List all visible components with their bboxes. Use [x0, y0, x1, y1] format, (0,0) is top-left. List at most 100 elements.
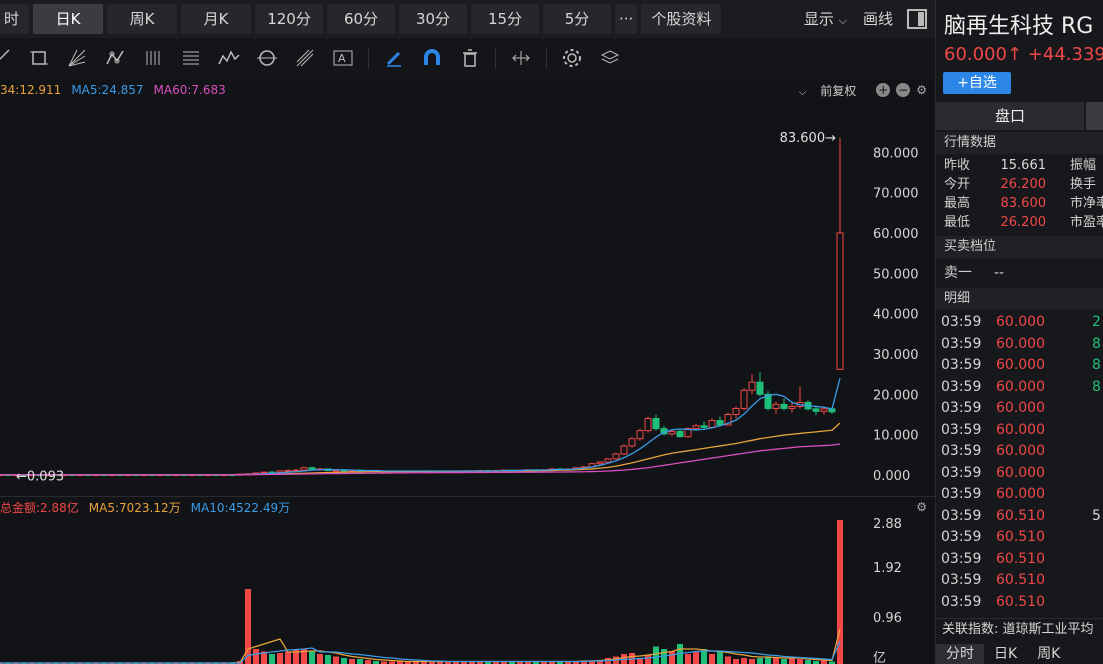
amount-bar [349, 659, 355, 664]
crop-icon[interactable] [24, 43, 54, 73]
period-tab-weekly[interactable]: 周K [107, 4, 178, 34]
zoom-out-icon[interactable]: − [896, 83, 911, 97]
trade-price: 60.000 [996, 335, 1045, 352]
amount-settings-icon[interactable]: ⚙ [916, 500, 927, 514]
amount-bar [805, 660, 811, 664]
bidask-section-title: 买卖档位 [936, 236, 1103, 258]
settings-icon[interactable] [557, 43, 587, 73]
period-tab-daily[interactable]: 日K [33, 4, 104, 34]
quote-row: 今开 26.200 换手 [936, 175, 1103, 194]
amount-bar [749, 659, 755, 664]
amount-legend: 总金额:2.88亿 MA5:7023.12万 MA10:4522.49万 ⚙ [0, 496, 935, 517]
pen-icon[interactable] [379, 43, 409, 73]
quote-section-title: 行情数据 [936, 132, 1103, 154]
quote-key2: 换手 [1070, 177, 1097, 192]
fan-icon[interactable] [62, 43, 92, 73]
candle-body [820, 408, 828, 412]
price-tick-label: 60.000 [873, 227, 919, 242]
candle-body [308, 467, 316, 470]
display-menu[interactable]: 显示 ⌵ [796, 4, 855, 34]
tab-order-book[interactable]: 盘口 [936, 102, 1084, 130]
tab-weekly[interactable]: 周K [1027, 644, 1070, 664]
detail-section-title: 明细 [936, 288, 1103, 310]
magnet-icon[interactable] [417, 43, 447, 73]
period-tab-30min[interactable]: 30分 [399, 4, 468, 34]
quote-row: 最低 26.200 市盈率 [936, 213, 1103, 232]
period-tab-60min[interactable]: 60分 [327, 4, 396, 34]
quote-key: 最低 [944, 215, 971, 230]
candle-body [596, 461, 604, 465]
ray-icon[interactable] [0, 43, 16, 73]
zoom-in-icon[interactable]: + [876, 83, 891, 97]
gann-icon[interactable] [290, 43, 320, 73]
trade-row: 03:59 60.000 [936, 441, 1103, 463]
resize-icon[interactable] [506, 43, 536, 73]
candlestick-chart[interactable]: 80.000 70.000 60.000 50.000 40.000 30.000 20.0… [0, 100, 935, 495]
trade-row: 03:59 60.000 [936, 420, 1103, 442]
trade-row: 03:59 60.510 [936, 592, 1103, 614]
ask-label: 卖一 [944, 265, 972, 281]
related-index[interactable]: 关联指数: 道琼斯工业平均 [936, 618, 1103, 641]
toolbar-divider [495, 47, 496, 69]
period-tab-time[interactable]: 时 [0, 4, 30, 34]
trash-icon[interactable] [455, 43, 485, 73]
tab-daily[interactable]: 日K [984, 644, 1027, 664]
amount-chart[interactable]: 2.88 1.92 0.96 亿 [0, 516, 935, 664]
trade-row: 03:59 60.510 [936, 570, 1103, 592]
display-label: 显示 [803, 10, 834, 28]
zigzag-icon[interactable] [214, 43, 244, 73]
chart-settings-icon[interactable]: ⚙ [916, 83, 927, 97]
amount-tick-label: 亿 [873, 651, 886, 664]
more-periods-button[interactable]: ··· [615, 4, 638, 34]
draw-line-button[interactable]: 画线 [855, 4, 901, 34]
candle-body [772, 403, 780, 409]
amount-bar [741, 658, 747, 664]
adjust-menu[interactable]: ⌵ 前复权 [799, 82, 866, 99]
amount-bar [725, 656, 731, 664]
layers-icon[interactable] [595, 43, 625, 73]
trade-time: 03:59 [941, 550, 982, 567]
candle-body [628, 438, 636, 447]
channel-icon[interactable] [176, 43, 206, 73]
amount-bar [789, 658, 795, 664]
candle-body [668, 430, 676, 435]
trade-row: 03:59 60.000 [936, 484, 1103, 506]
period-tab-monthly[interactable]: 月K [181, 4, 252, 34]
trade-time: 03:59 [941, 593, 982, 610]
trade-price: 60.510 [996, 572, 1045, 588]
period-tab-5min[interactable]: 5分 [543, 4, 612, 34]
tab-secondary[interactable] [1086, 102, 1103, 130]
trade-time: 03:59 [941, 378, 982, 395]
amount-bar [693, 651, 699, 664]
ma-a-line [0, 422, 841, 476]
chevron-down-icon: ⌵ [838, 14, 847, 27]
quote-value: 83.600 [1000, 196, 1047, 211]
add-watchlist-button[interactable]: +自选 [943, 72, 1011, 94]
text-icon[interactable]: A [328, 43, 358, 73]
cycle-icon[interactable] [252, 43, 282, 73]
price-tick-label: 70.000 [873, 187, 919, 202]
period-tab-120min[interactable]: 120分 [255, 4, 324, 34]
quote-value: 26.200 [1000, 215, 1047, 230]
bottom-tabs: 分时 日K 周K [936, 644, 1103, 664]
amount-tick-label: 0.96 [873, 611, 902, 626]
period-tab-15min[interactable]: 15分 [471, 4, 540, 34]
parallel-lines-icon[interactable] [138, 43, 168, 73]
quote-key: 昨收 [944, 158, 971, 173]
wave-icon[interactable] [100, 43, 130, 73]
candle-body [612, 453, 620, 460]
stock-profile-button[interactable]: 个股资料 [641, 4, 722, 34]
trade-row: 03:59 60.000 [936, 398, 1103, 420]
amount-bar [773, 658, 779, 664]
amount-bar [669, 651, 675, 664]
panel-toggle-icon[interactable] [907, 9, 927, 29]
tab-intraday[interactable]: 分时 [936, 644, 984, 664]
candle-body [780, 403, 788, 409]
trade-price: 60.510 [996, 529, 1045, 545]
svg-text:A: A [338, 52, 346, 65]
amount-bar [357, 659, 363, 664]
trade-row: 03:59 60.000 8 [936, 377, 1103, 399]
candle-body [604, 458, 612, 463]
amount-bar [285, 651, 291, 664]
amount-bar [685, 654, 691, 664]
